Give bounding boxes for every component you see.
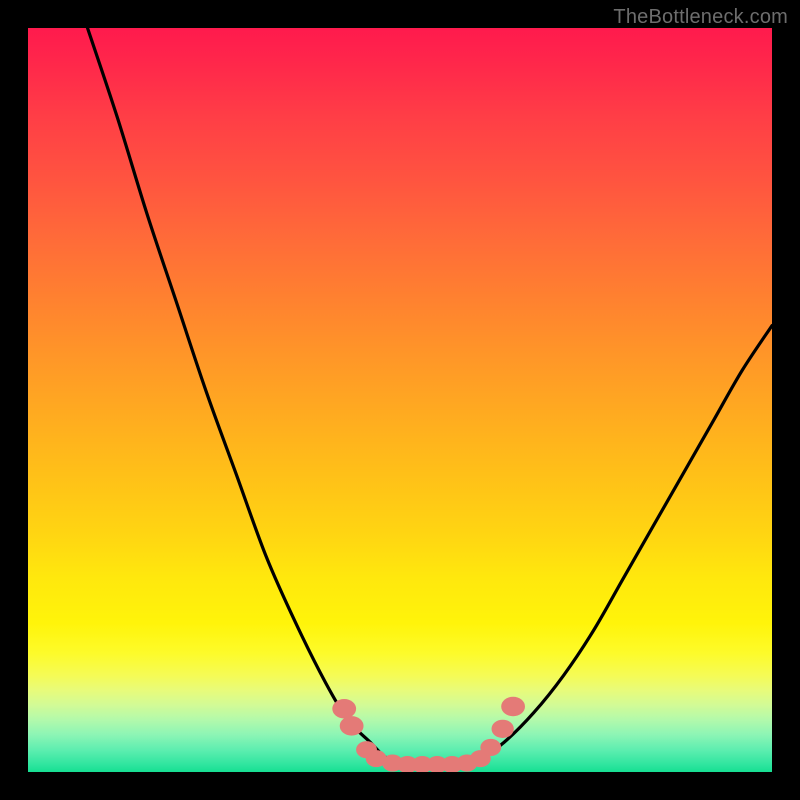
curve-layer bbox=[28, 28, 772, 772]
bottleneck-curve bbox=[88, 28, 772, 765]
bead bbox=[501, 697, 525, 717]
bead bbox=[332, 699, 356, 719]
watermark-text: TheBottleneck.com bbox=[613, 6, 788, 29]
bead bbox=[340, 716, 364, 736]
chart-frame: TheBottleneck.com bbox=[0, 0, 800, 800]
bead bbox=[480, 739, 501, 756]
bead bbox=[492, 720, 514, 738]
plot-area bbox=[28, 28, 772, 772]
